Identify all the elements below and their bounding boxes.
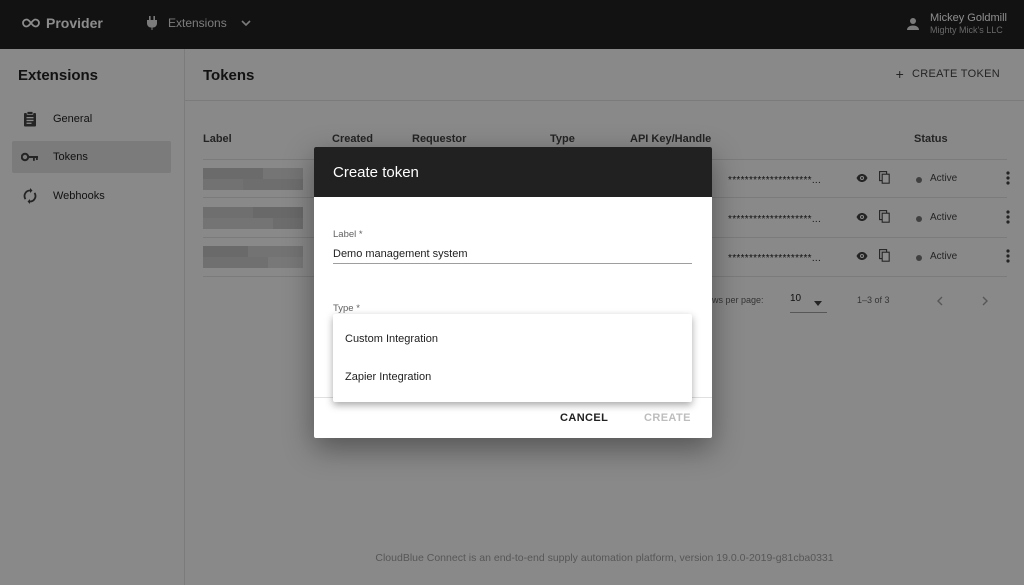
type-dropdown-menu: Custom Integration Zapier Integration (333, 314, 692, 402)
type-option-custom-integration[interactable]: Custom Integration (333, 320, 692, 358)
dialog-title: Create token (314, 147, 712, 197)
cancel-button[interactable]: CANCEL (560, 412, 608, 424)
label-field-label: Label * (333, 229, 363, 240)
type-option-zapier-integration[interactable]: Zapier Integration (333, 358, 692, 396)
type-field-label: Type * (333, 303, 360, 314)
label-input[interactable] (333, 244, 692, 264)
create-button[interactable]: CREATE (644, 412, 691, 424)
